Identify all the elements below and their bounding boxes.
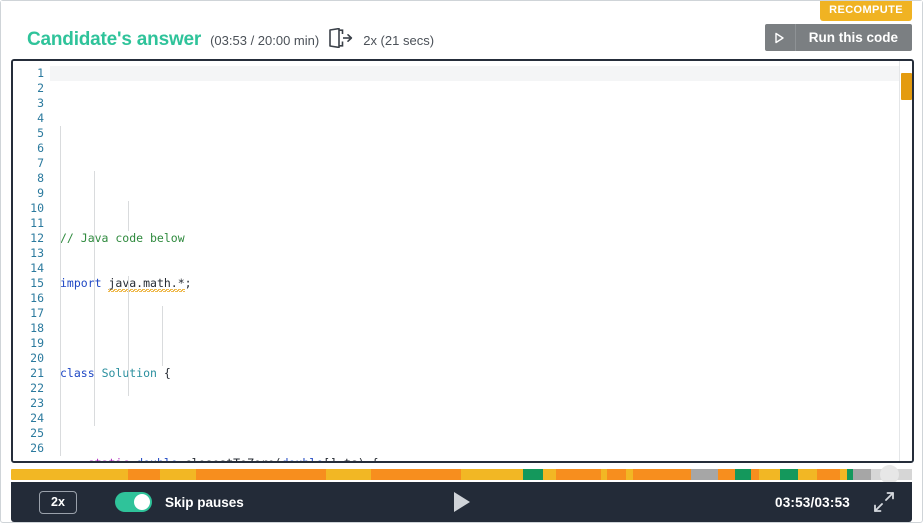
page-title: Candidate's answer [27, 29, 202, 50]
line-number: 12 [30, 231, 44, 245]
playback-speed-note: 2x (21 secs) [363, 33, 435, 48]
timeline-segment-orange[interactable] [128, 469, 160, 480]
line-number: 23 [30, 396, 44, 410]
timeline-segment-orange[interactable] [195, 469, 327, 480]
line-number: 20 [30, 351, 44, 365]
line-number: 17 [30, 306, 44, 320]
playback-speed-button[interactable]: 2x [39, 490, 77, 514]
line-number: 4 [37, 111, 44, 125]
indent-guide [128, 276, 129, 396]
line-number: 1 [37, 66, 44, 80]
timeline-segment-orange[interactable] [607, 469, 624, 480]
code-line: class Solution { [60, 366, 171, 380]
timeline-segment-gray[interactable] [853, 469, 872, 480]
expand-diagonal-icon[interactable] [873, 491, 895, 513]
play-button[interactable] [449, 489, 475, 515]
code-line: import java.math.*; [60, 276, 192, 292]
recompute-badge[interactable]: RECOMPUTE [820, 1, 912, 21]
door-exit-icon [328, 27, 354, 49]
line-number: 18 [30, 321, 44, 335]
indent-guide [60, 126, 61, 456]
skip-pauses-label: Skip pauses [165, 494, 244, 510]
code-line: // Java code below [60, 231, 185, 245]
line-number: 6 [37, 141, 44, 155]
timeline-segment-green[interactable] [734, 469, 751, 480]
title-row: Candidate's answer (03:53 / 20:00 min) 2… [27, 25, 434, 51]
elapsed-total-label: (03:53 / 20:00 min) [210, 33, 320, 48]
line-number: 11 [30, 216, 44, 230]
timeline-segment-orange[interactable] [371, 469, 462, 480]
indent-guide [94, 171, 95, 426]
line-number: 5 [37, 126, 44, 140]
current-line-highlight [50, 66, 912, 81]
line-number: 9 [37, 186, 44, 200]
line-number: 16 [30, 291, 44, 305]
line-number: 8 [37, 171, 44, 185]
timeline-track[interactable] [11, 465, 912, 484]
skip-pauses-toggle[interactable] [115, 492, 152, 512]
run-this-code-label: Run this code [808, 30, 898, 45]
timeline-segment-gray[interactable] [691, 469, 719, 480]
indent-guide [162, 306, 163, 366]
line-number: 10 [30, 201, 44, 215]
timeline-segment-orange[interactable] [592, 469, 598, 480]
indent-guide [128, 201, 129, 231]
code-text-area[interactable]: // Java code below import java.math.*; c… [50, 61, 912, 461]
recording-player-page: RECOMPUTE Candidate's answer (03:53 / 20… [0, 0, 923, 523]
line-number: 21 [30, 366, 44, 380]
code-line: static double closestToZero(double[] ts)… [60, 456, 912, 461]
line-number: 2 [37, 81, 44, 95]
timeline-segment-green[interactable] [522, 469, 544, 480]
scrollbar-thumb[interactable] [901, 73, 912, 100]
code-editor[interactable]: 1 2 3 4 5 6 7 8 9 10 11 12 13 14 15 16 1… [11, 59, 914, 463]
line-number: 7 [37, 156, 44, 170]
line-number: 15 [30, 276, 44, 290]
line-number: 25 [30, 426, 44, 440]
time-code-label: 03:53/03:53 [774, 494, 850, 510]
line-number: 22 [30, 381, 44, 395]
line-number: 3 [37, 96, 44, 110]
page-header: RECOMPUTE Candidate's answer (03:53 / 20… [1, 1, 922, 59]
timeline-container[interactable] [11, 465, 912, 484]
line-number: 13 [30, 246, 44, 260]
timeline-segment-green[interactable] [779, 469, 799, 480]
line-number-gutter: 1 2 3 4 5 6 7 8 9 10 11 12 13 14 15 16 1… [13, 61, 50, 461]
player-controls-bar: 2x Skip pauses 03:53/03:53 [11, 482, 912, 522]
line-number: 26 [30, 441, 44, 455]
editor-vertical-scrollbar[interactable] [899, 61, 912, 461]
line-number: 19 [30, 336, 44, 350]
toggle-knob [134, 494, 150, 510]
line-number: 24 [30, 411, 44, 425]
timeline-segment-orange[interactable] [817, 469, 840, 480]
run-this-code-button[interactable]: Run this code [764, 24, 912, 51]
play-triangle-icon [765, 24, 796, 51]
line-number: 14 [30, 261, 44, 275]
